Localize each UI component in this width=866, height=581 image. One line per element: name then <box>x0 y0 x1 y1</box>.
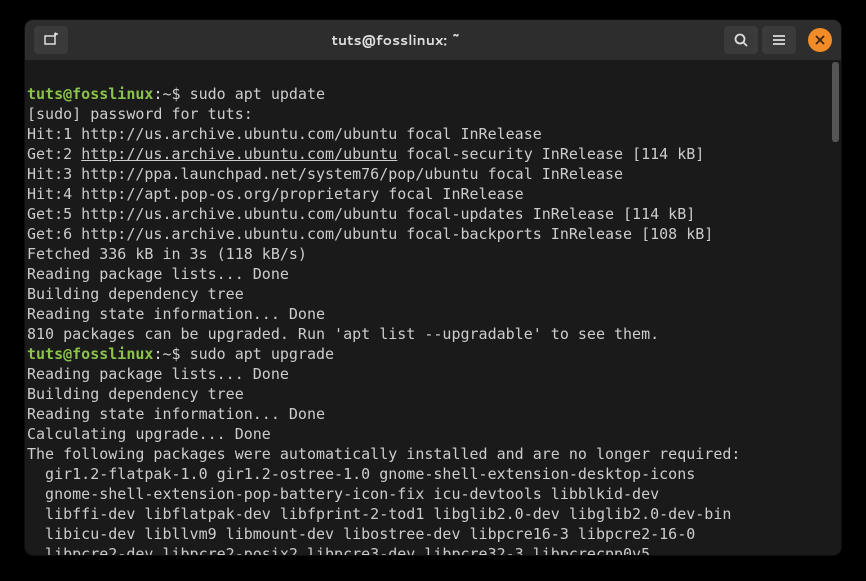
terminal-line: Calculating upgrade... Done <box>27 425 271 443</box>
terminal-line: The following packages were automaticall… <box>27 445 740 463</box>
terminal-line: Get:6 http://us.archive.ubuntu.com/ubunt… <box>27 225 713 243</box>
terminal-line: Building dependency tree <box>27 285 307 303</box>
titlebar-left <box>31 26 68 54</box>
prompt-path: ~ <box>162 345 171 363</box>
close-icon <box>815 35 825 45</box>
new-tab-icon <box>43 32 59 48</box>
prompt-user-host: tuts@fosslinux <box>27 85 153 103</box>
terminal-line: tuts@fosslinux:~$ sudo apt upgrade <box>27 345 334 363</box>
terminal-line: Hit:4 http://apt.pop-os.org/proprietary … <box>27 185 524 203</box>
terminal-line: Get:5 http://us.archive.ubuntu.com/ubunt… <box>27 205 695 223</box>
titlebar: tuts@fosslinux: ~ <box>25 20 841 60</box>
terminal-line: libicu-dev libllvm9 libmount-dev libostr… <box>27 525 695 543</box>
terminal-line: gir1.2-flatpak-1.0 gir1.2-ostree-1.0 gno… <box>27 465 695 483</box>
terminal-output[interactable]: tuts@fosslinux:~$ sudo apt update [sudo]… <box>25 60 841 555</box>
prompt-dollar: $ <box>172 345 190 363</box>
terminal-line: Reading state information... Done <box>27 305 325 323</box>
terminal-window: tuts@fosslinux: ~ <box>25 20 841 555</box>
window-title: tuts@fosslinux: ~ <box>68 30 724 50</box>
terminal-line: Reading state information... Done <box>27 405 325 423</box>
terminal-line: 810 packages can be upgraded. Run 'apt l… <box>27 325 659 343</box>
url-link[interactable]: http://us.archive.ubuntu.com/ubuntu <box>81 145 397 163</box>
prompt-dollar: $ <box>172 85 190 103</box>
terminal-line: Reading package lists... Done <box>27 265 289 283</box>
terminal-line: [sudo] password for tuts: <box>27 105 262 123</box>
titlebar-right <box>724 26 835 54</box>
scrollbar-thumb[interactable] <box>832 62 839 142</box>
command-text: sudo apt update <box>190 85 325 103</box>
command-text: sudo apt upgrade <box>190 345 335 363</box>
prompt-path: ~ <box>162 85 171 103</box>
terminal-line: Fetched 336 kB in 3s (118 kB/s) <box>27 245 307 263</box>
menu-button[interactable] <box>762 26 796 54</box>
prompt-user-host: tuts@fosslinux <box>27 345 153 363</box>
terminal-line: Building dependency tree <box>27 385 307 403</box>
terminal-line: Reading package lists... Done <box>27 365 289 383</box>
terminal-line: Hit:1 http://us.archive.ubuntu.com/ubunt… <box>27 125 542 143</box>
new-tab-button[interactable] <box>34 26 68 54</box>
search-icon <box>734 33 748 47</box>
search-button[interactable] <box>724 26 758 54</box>
terminal-line: gnome-shell-extension-pop-battery-icon-f… <box>27 485 659 503</box>
terminal-line: libffi-dev libflatpak-dev libfprint-2-to… <box>27 505 731 523</box>
terminal-line: Hit:3 http://ppa.launchpad.net/system76/… <box>27 165 623 183</box>
terminal-line: tuts@fosslinux:~$ sudo apt update <box>27 85 325 103</box>
hamburger-icon <box>772 33 786 47</box>
terminal-line: Get:2 http://us.archive.ubuntu.com/ubunt… <box>27 145 704 163</box>
terminal-line: libpcre2-dev libpcre2-posix2 libpcre3-de… <box>27 545 650 555</box>
close-button[interactable] <box>808 28 832 52</box>
